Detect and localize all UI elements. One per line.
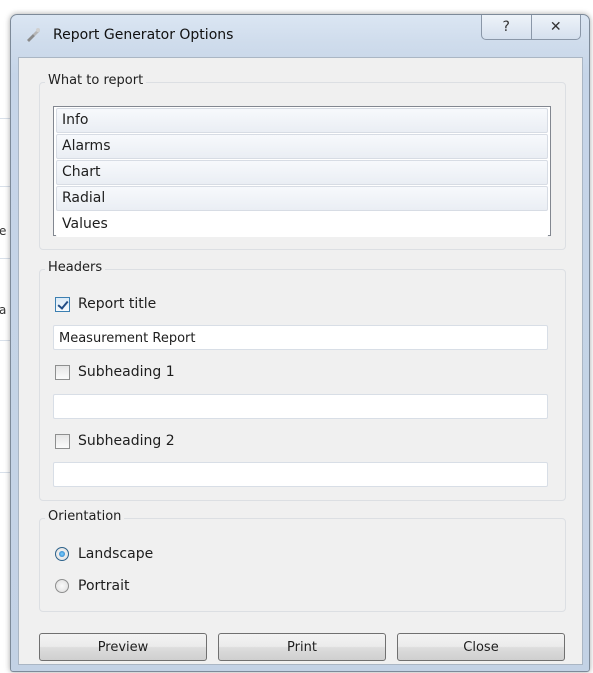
- subheading-2-label: Subheading 2: [78, 433, 175, 449]
- landscape-option[interactable]: Landscape: [55, 544, 153, 564]
- landscape-radio[interactable]: [55, 547, 69, 561]
- subheading-1-label: Subheading 1: [78, 364, 175, 380]
- list-item-alarms[interactable]: Alarms: [56, 134, 548, 159]
- list-item-radial[interactable]: Radial: [56, 186, 548, 211]
- what-to-report-group: What to report Info Alarms Chart Radial …: [39, 73, 566, 250]
- subheading-1-option[interactable]: Subheading 1: [55, 362, 175, 382]
- preview-button[interactable]: Preview: [39, 633, 207, 661]
- landscape-label: Landscape: [78, 546, 154, 562]
- app-icon: [25, 26, 43, 44]
- portrait-label: Portrait: [78, 578, 130, 594]
- list-item-values[interactable]: Values: [56, 212, 548, 237]
- close-window-button[interactable]: ✕: [530, 15, 581, 39]
- group-label: Headers: [45, 260, 106, 275]
- list-item-chart[interactable]: Chart: [56, 160, 548, 185]
- help-icon: ?: [502, 19, 510, 35]
- subheading-1-checkbox[interactable]: [55, 364, 70, 380]
- report-generator-dialog: Report Generator Options ? ✕ What to rep…: [10, 14, 590, 672]
- subheading-2-input[interactable]: [53, 462, 548, 487]
- window-title: Report Generator Options: [53, 27, 234, 43]
- portrait-radio[interactable]: [55, 579, 69, 593]
- list-item-info[interactable]: Info: [56, 108, 548, 133]
- report-title-option[interactable]: Report title: [55, 294, 156, 314]
- group-label: Orientation: [45, 509, 125, 524]
- subheading-1-input[interactable]: [53, 394, 548, 419]
- close-button[interactable]: Close: [397, 633, 565, 661]
- report-items-list[interactable]: Info Alarms Chart Radial Values: [53, 106, 551, 237]
- report-title-checkbox[interactable]: [55, 296, 70, 312]
- background-text-fragment: a: [0, 303, 7, 317]
- report-title-label: Report title: [78, 296, 157, 312]
- dialog-client-area: What to report Info Alarms Chart Radial …: [18, 57, 583, 665]
- orientation-group: Orientation Landscape Portrait: [39, 509, 566, 612]
- print-button[interactable]: Print: [218, 633, 386, 661]
- report-title-input[interactable]: Measurement Report: [53, 325, 548, 350]
- subheading-2-option[interactable]: Subheading 2: [55, 431, 175, 451]
- subheading-2-checkbox[interactable]: [55, 433, 70, 449]
- group-label: What to report: [45, 73, 147, 88]
- caption-buttons: ? ✕: [481, 15, 581, 40]
- help-button[interactable]: ?: [482, 15, 531, 39]
- background-text-fragment: e: [0, 224, 7, 238]
- close-icon: ✕: [549, 19, 562, 35]
- portrait-option[interactable]: Portrait: [55, 576, 129, 596]
- title-bar[interactable]: Report Generator Options ? ✕: [11, 15, 589, 57]
- headers-group: Headers Report title Measurement Report …: [39, 260, 566, 501]
